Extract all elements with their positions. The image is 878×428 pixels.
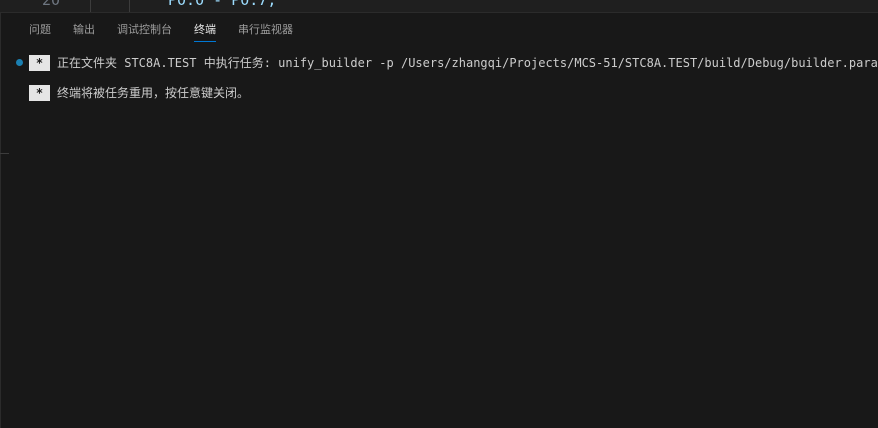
- terminal-line-text: 正在文件夹 STC8A.TEST 中执行任务: unify_builder -p…: [57, 56, 878, 70]
- command-decoration-icon[interactable]: [16, 59, 23, 66]
- indent-guide: [129, 0, 130, 12]
- tab-debug-console[interactable]: 调试控制台: [106, 13, 183, 47]
- tab-serial-monitor[interactable]: 串行监视器: [227, 13, 304, 47]
- bottom-panel: 问题 输出 调试控制台 终端 串行监视器 * 正在文件夹 STC8A.TEST …: [0, 12, 878, 428]
- terminal-output[interactable]: * 正在文件夹 STC8A.TEST 中执行任务: unify_builder …: [0, 53, 878, 113]
- task-star-badge: *: [29, 85, 50, 101]
- task-star-badge: *: [29, 55, 50, 71]
- tab-output[interactable]: 输出: [62, 13, 106, 47]
- tab-terminal[interactable]: 终端: [183, 13, 227, 47]
- border-tick: [0, 153, 9, 154]
- terminal-line: * 终端将被任务重用，按任意键关闭。: [0, 83, 878, 103]
- terminal-line-text: 终端将被任务重用，按任意键关闭。: [57, 86, 250, 100]
- terminal-line: * 正在文件夹 STC8A.TEST 中执行任务: unify_builder …: [0, 53, 878, 73]
- vscode-window: 20 P0.0 - P0.7; 问题 输出 调试控制台 终端 串行监视器 * 正…: [0, 0, 878, 428]
- gutter-divider: [90, 0, 91, 12]
- panel-tabs: 问题 输出 调试控制台 终端 串行监视器: [18, 13, 304, 47]
- tab-problems[interactable]: 问题: [18, 13, 62, 47]
- editor-area[interactable]: 20 P0.0 - P0.7;: [0, 0, 878, 12]
- line-number: 20: [42, 0, 61, 9]
- code-line[interactable]: P0.0 - P0.7;: [168, 0, 276, 9]
